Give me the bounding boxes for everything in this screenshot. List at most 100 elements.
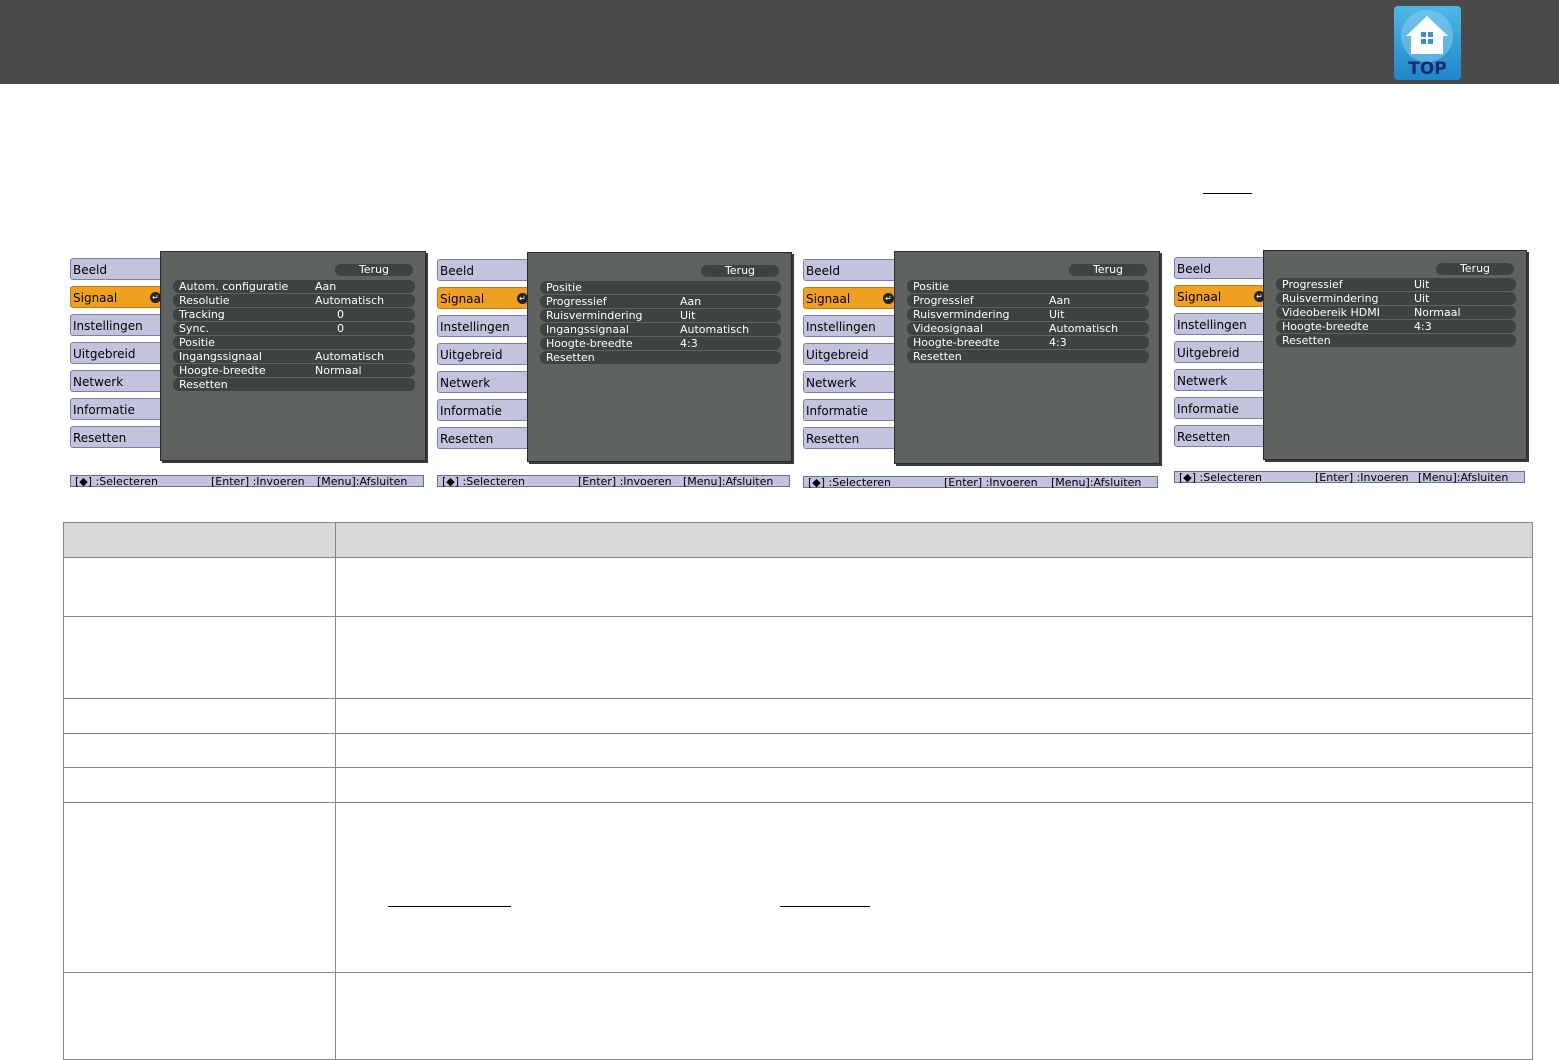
sidebar-item-uitgebreid[interactable]: Uitgebreid [70, 342, 170, 365]
menu-row[interactable]: Resolutie Automatisch [173, 294, 415, 307]
sidebar-item-label: Instellingen [73, 319, 143, 333]
back-button[interactable]: Terug [335, 264, 413, 276]
sidebar-item-signaal[interactable]: Signaal ↵ [803, 287, 903, 310]
key-hint-bar: [◆] :Selecteren [Enter] :Invoeren [Menu]:A… [437, 475, 790, 488]
menu-row-label: Resetten [1282, 334, 1331, 347]
menu-row[interactable]: Hoogte-breedte Normaal [173, 364, 415, 377]
menu-row-label: Ruisvermindering [1282, 292, 1379, 305]
menu-row-value: 4:3 [680, 337, 698, 350]
menu-row[interactable]: Progressief Uit [1276, 278, 1516, 291]
menu-row[interactable]: Positie [540, 281, 781, 294]
sidebar-item-beeld[interactable]: Beeld [1174, 257, 1274, 280]
sidebar-item-netwerk[interactable]: Netwerk [1174, 369, 1274, 392]
back-button[interactable]: Terug [1069, 264, 1147, 276]
menu-row[interactable]: Progressief Aan [540, 295, 781, 308]
sidebar-item-informatie[interactable]: Informatie [70, 398, 170, 421]
menu-row[interactable]: Sync. 0 [173, 322, 415, 335]
sidebar-item-label: Resetten [1177, 430, 1231, 444]
sidebar-item-label: Beeld [1177, 262, 1211, 276]
menu-row[interactable]: Ruisvermindering Uit [907, 308, 1149, 321]
sidebar-item-label: Signaal [440, 292, 485, 306]
sidebar-item-resetten[interactable]: Resetten [803, 427, 903, 450]
menu-row[interactable]: Ruisvermindering Uit [1276, 292, 1516, 305]
sidebar-item-instellingen[interactable]: Instellingen [803, 315, 903, 338]
table-row [63, 802, 1533, 972]
menu-row-label: Hoogte-breedte [546, 337, 633, 350]
sidebar-item-informatie[interactable]: Informatie [1174, 397, 1274, 420]
sidebar-item-resetten[interactable]: Resetten [1174, 425, 1274, 448]
sidebar-item-informatie[interactable]: Informatie [803, 399, 903, 422]
sidebar-item-netwerk[interactable]: Netwerk [70, 370, 170, 393]
top-button[interactable]: TOP [1394, 6, 1461, 80]
link-underline[interactable] [1203, 193, 1252, 194]
menu-row-label: Ingangssignaal [546, 323, 629, 336]
menu-row[interactable]: Ingangssignaal Automatisch [173, 350, 415, 363]
menu-row-value: Automatisch [1049, 322, 1119, 335]
menu-row-label: Positie [546, 281, 582, 294]
sidebar-item-label: Netwerk [806, 376, 857, 390]
menu-row-value: Uit [1414, 278, 1430, 291]
sidebar-item-signaal[interactable]: Signaal ↵ [70, 286, 170, 309]
sidebar-item-netwerk[interactable]: Netwerk [803, 371, 903, 394]
menu-row[interactable]: Autom. configuratie Aan [173, 280, 415, 293]
menu-row-value: 4:3 [1049, 336, 1067, 349]
menu-row-label: Tracking [179, 308, 225, 321]
menu-row[interactable]: Hoogte-breedte 4:3 [1276, 320, 1516, 333]
sidebar-item-uitgebreid[interactable]: Uitgebreid [1174, 341, 1274, 364]
menu-row[interactable]: Tracking 0 [173, 308, 415, 321]
enter-icon: ↵ [883, 293, 894, 304]
sidebar-item-beeld[interactable]: Beeld [437, 259, 537, 282]
sidebar-item-resetten[interactable]: Resetten [70, 426, 170, 449]
key-hint-bar: [◆] :Selecteren [Enter] :Invoeren [Menu]:A… [70, 475, 424, 488]
sidebar-item-label: Informatie [73, 403, 135, 417]
key-hint-select: [◆] :Selecteren [75, 475, 158, 488]
sidebar-item-informatie[interactable]: Informatie [437, 399, 537, 422]
sidebar-item-beeld[interactable]: Beeld [803, 259, 903, 282]
menu-row-value: Automatisch [315, 294, 385, 307]
sidebar-item-instellingen[interactable]: Instellingen [1174, 313, 1274, 336]
key-hint-exit: [Menu]:Afsluiten [1051, 476, 1142, 489]
sidebar-item-signaal[interactable]: Signaal ↵ [437, 287, 537, 310]
submenu-panel: Terug Positie Progressief Aan Ruisverminderi… [894, 251, 1160, 464]
sidebar-item-label: Instellingen [440, 320, 510, 334]
sidebar-item-uitgebreid[interactable]: Uitgebreid [803, 343, 903, 366]
sidebar-item-resetten[interactable]: Resetten [437, 427, 537, 450]
menu-row[interactable]: Hoogte-breedte 4:3 [540, 337, 781, 350]
key-hint-enter: [Enter] :Invoeren [944, 476, 1038, 489]
back-button[interactable]: Terug [1436, 263, 1514, 275]
link-underline[interactable] [388, 906, 511, 907]
menu-row[interactable]: Progressief Aan [907, 294, 1149, 307]
menu-row-label: Hoogte-breedte [1282, 320, 1369, 333]
key-hint-exit: [Menu]:Afsluiten [683, 475, 774, 488]
menu-row[interactable]: Resetten [1276, 334, 1516, 347]
menu-row[interactable]: Resetten [173, 378, 415, 391]
menu-row[interactable]: Ingangssignaal Automatisch [540, 323, 781, 336]
menu-row-value: Aan [315, 280, 337, 293]
sidebar-item-label: Resetten [440, 432, 494, 446]
menu-row-label: Ruisvermindering [913, 308, 1010, 321]
sidebar-item-label: Informatie [440, 404, 502, 418]
sidebar-item-uitgebreid[interactable]: Uitgebreid [437, 343, 537, 366]
sidebar-item-instellingen[interactable]: Instellingen [437, 315, 537, 338]
sidebar-item-netwerk[interactable]: Netwerk [437, 371, 537, 394]
sidebar-item-instellingen[interactable]: Instellingen [70, 314, 170, 337]
table-row [63, 972, 1533, 1059]
sidebar-item-beeld[interactable]: Beeld [70, 258, 170, 281]
menu-row[interactable]: Resetten [540, 351, 781, 364]
menu-row[interactable]: Ruisvermindering Uit [540, 309, 781, 322]
menu-row[interactable]: Positie [173, 336, 415, 349]
sidebar-item-signaal[interactable]: Signaal ↵ [1174, 285, 1274, 308]
menu-row-value: Aan [680, 295, 702, 308]
menu-row[interactable]: Videobereik HDMI Normaal [1276, 306, 1516, 319]
sidebar-item-label: Netwerk [73, 375, 124, 389]
menu-row[interactable]: Hoogte-breedte 4:3 [907, 336, 1149, 349]
menu-row[interactable]: Videosignaal Automatisch [907, 322, 1149, 335]
key-hint-enter: [Enter] :Invoeren [1315, 471, 1409, 484]
menu-row[interactable]: Resetten [907, 350, 1149, 363]
link-underline[interactable] [780, 906, 870, 907]
menu-row[interactable]: Positie [907, 280, 1149, 293]
back-button[interactable]: Terug [701, 265, 779, 277]
menu-row-label: Progressief [1282, 278, 1343, 291]
menu-row-label: Progressief [546, 295, 607, 308]
menu-row-value: Uit [680, 309, 696, 322]
